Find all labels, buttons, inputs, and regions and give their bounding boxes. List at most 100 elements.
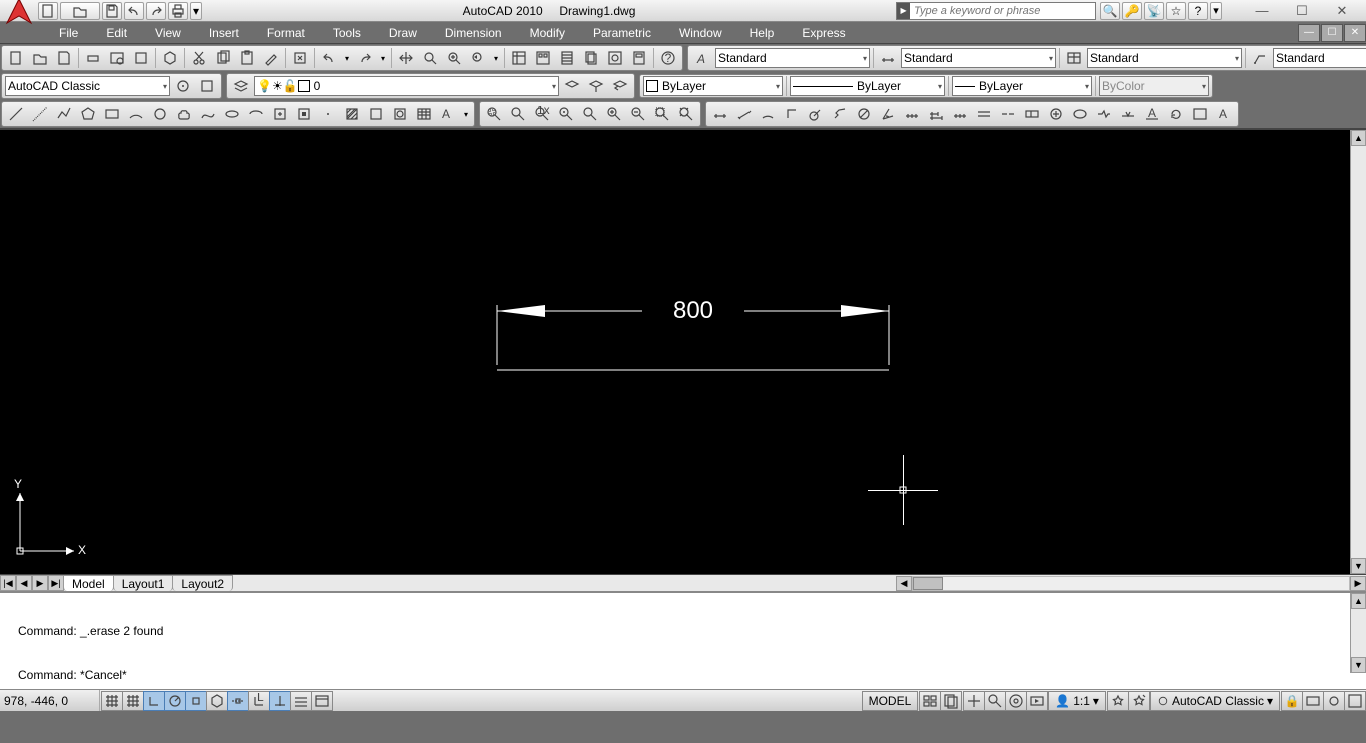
layer-properties-icon[interactable]	[230, 75, 252, 97]
zoom-window-icon2[interactable]	[483, 103, 505, 125]
dimstyle-dropdown[interactable]: Standard▾	[901, 48, 1056, 68]
search-button[interactable]: 🔍	[1100, 2, 1120, 20]
polar-toggle[interactable]	[164, 691, 186, 711]
linetype-dropdown[interactable]: ByLayer▾	[790, 76, 945, 96]
steeringwheel-status[interactable]	[1005, 691, 1027, 711]
dim-ordinate-icon[interactable]	[781, 103, 803, 125]
pasteclip-icon[interactable]	[236, 47, 258, 69]
zoom-all-icon[interactable]	[651, 103, 673, 125]
minimize-button[interactable]: —	[1242, 2, 1282, 20]
showmotion-status[interactable]	[1026, 691, 1048, 711]
dim-diameter-icon[interactable]	[853, 103, 875, 125]
menu-file[interactable]: File	[45, 23, 92, 43]
mtext-flyout[interactable]: ▾	[461, 103, 471, 125]
gradient-icon[interactable]	[365, 103, 387, 125]
menu-draw[interactable]: Draw	[375, 23, 431, 43]
xline-icon[interactable]	[29, 103, 51, 125]
table-icon[interactable]	[413, 103, 435, 125]
undo-dropdown[interactable]: ▾	[342, 47, 352, 69]
help-dropdown[interactable]: ▾	[1210, 2, 1222, 20]
tolerance-icon[interactable]	[1021, 103, 1043, 125]
menu-insert[interactable]: Insert	[195, 23, 253, 43]
ellipse-icon[interactable]	[221, 103, 243, 125]
drawing-vscroll[interactable]: ▲ ▼	[1350, 130, 1366, 574]
myworkspace-icon[interactable]	[196, 75, 218, 97]
dim-linear-icon[interactable]	[709, 103, 731, 125]
plot-preview-icon[interactable]	[106, 47, 128, 69]
quickview-drawings[interactable]	[940, 691, 962, 711]
tab-nav-next[interactable]: ▶	[32, 575, 48, 591]
qat-dropdown[interactable]: ▾	[190, 2, 202, 20]
scroll-left[interactable]: ◀	[896, 576, 912, 591]
center-mark-icon[interactable]	[1045, 103, 1067, 125]
workspace-dropdown[interactable]: AutoCAD Classic▾	[5, 76, 170, 96]
make-current-icon[interactable]	[585, 75, 607, 97]
dimtedit-icon[interactable]: A	[1141, 103, 1163, 125]
scroll-up[interactable]: ▲	[1351, 130, 1366, 146]
zoom-dynamic-icon[interactable]	[507, 103, 529, 125]
region-icon[interactable]	[389, 103, 411, 125]
menu-express[interactable]: Express	[788, 23, 859, 43]
drawing-hscroll[interactable]: ◀ ▶	[896, 575, 1366, 591]
zoom-window-icon[interactable]	[443, 47, 465, 69]
save-button[interactable]	[102, 2, 122, 20]
sheetset-icon[interactable]	[580, 47, 602, 69]
dim-jogged-icon[interactable]	[829, 103, 851, 125]
rectangle-icon[interactable]	[101, 103, 123, 125]
jog-line-icon[interactable]	[1093, 103, 1115, 125]
redo-icon[interactable]	[354, 47, 376, 69]
dimstyle-icon[interactable]	[877, 47, 899, 69]
lwt-toggle[interactable]	[290, 691, 312, 711]
spline-icon[interactable]	[197, 103, 219, 125]
insert-block-icon[interactable]	[269, 103, 291, 125]
coordinates-display[interactable]: 978, -446, 0	[0, 690, 100, 711]
layer-previous-icon[interactable]	[609, 75, 631, 97]
tab-nav-first[interactable]: |◀	[0, 575, 16, 591]
tablestyle-dropdown[interactable]: Standard▾	[1087, 48, 1242, 68]
zoom-center-icon[interactable]	[555, 103, 577, 125]
cleanscreen-toggle[interactable]	[1344, 691, 1366, 711]
zoom-status[interactable]	[984, 691, 1006, 711]
maximize-button[interactable]: ☐	[1282, 2, 1322, 20]
polyline-icon[interactable]	[53, 103, 75, 125]
dim-space-icon[interactable]	[973, 103, 995, 125]
menu-format[interactable]: Format	[253, 23, 319, 43]
3dosnap-toggle[interactable]	[206, 691, 228, 711]
dim-baseline-icon[interactable]	[925, 103, 947, 125]
ducs-toggle[interactable]: L	[248, 691, 270, 711]
mdi-restore[interactable]: ☐	[1321, 24, 1343, 42]
annovis-toggle[interactable]	[1107, 691, 1129, 711]
menu-tools[interactable]: Tools	[319, 23, 375, 43]
dimupdate-icon[interactable]	[1165, 103, 1187, 125]
otrack-toggle[interactable]	[227, 691, 249, 711]
mtext-icon[interactable]: A	[437, 103, 459, 125]
quickcalc-icon[interactable]	[628, 47, 650, 69]
favorites-button[interactable]: ☆	[1166, 2, 1186, 20]
close-button[interactable]: ✕	[1322, 2, 1362, 20]
redo-dropdown[interactable]: ▾	[378, 47, 388, 69]
mdi-minimize[interactable]: —	[1298, 24, 1320, 42]
toolbar-lock[interactable]: 🔒	[1281, 691, 1303, 711]
ellipse-arc-icon[interactable]	[245, 103, 267, 125]
dimstyle-text-icon[interactable]: A	[1213, 103, 1235, 125]
dim-break-icon[interactable]	[997, 103, 1019, 125]
3ddwf-icon[interactable]	[159, 47, 181, 69]
blockeditor-icon[interactable]	[289, 47, 311, 69]
zoom-object-icon[interactable]	[579, 103, 601, 125]
toolpalettes-icon[interactable]	[556, 47, 578, 69]
matchprop-icon[interactable]	[260, 47, 282, 69]
publish-icon[interactable]	[130, 47, 152, 69]
dim-arc-icon[interactable]	[757, 103, 779, 125]
zoom-extents-icon[interactable]	[675, 103, 697, 125]
app-logo[interactable]	[4, 0, 34, 26]
dim-continue-icon[interactable]	[949, 103, 971, 125]
menu-parametric[interactable]: Parametric	[579, 23, 665, 43]
scroll-down[interactable]: ▼	[1351, 558, 1366, 574]
mdi-close[interactable]: ✕	[1344, 24, 1366, 42]
snap-toggle[interactable]	[101, 691, 123, 711]
arc-icon[interactable]	[125, 103, 147, 125]
plot-icon[interactable]	[82, 47, 104, 69]
osnap-toggle[interactable]	[185, 691, 207, 711]
modelspace-indicator[interactable]: MODEL	[862, 691, 919, 711]
help-button[interactable]: ?	[1188, 2, 1208, 20]
